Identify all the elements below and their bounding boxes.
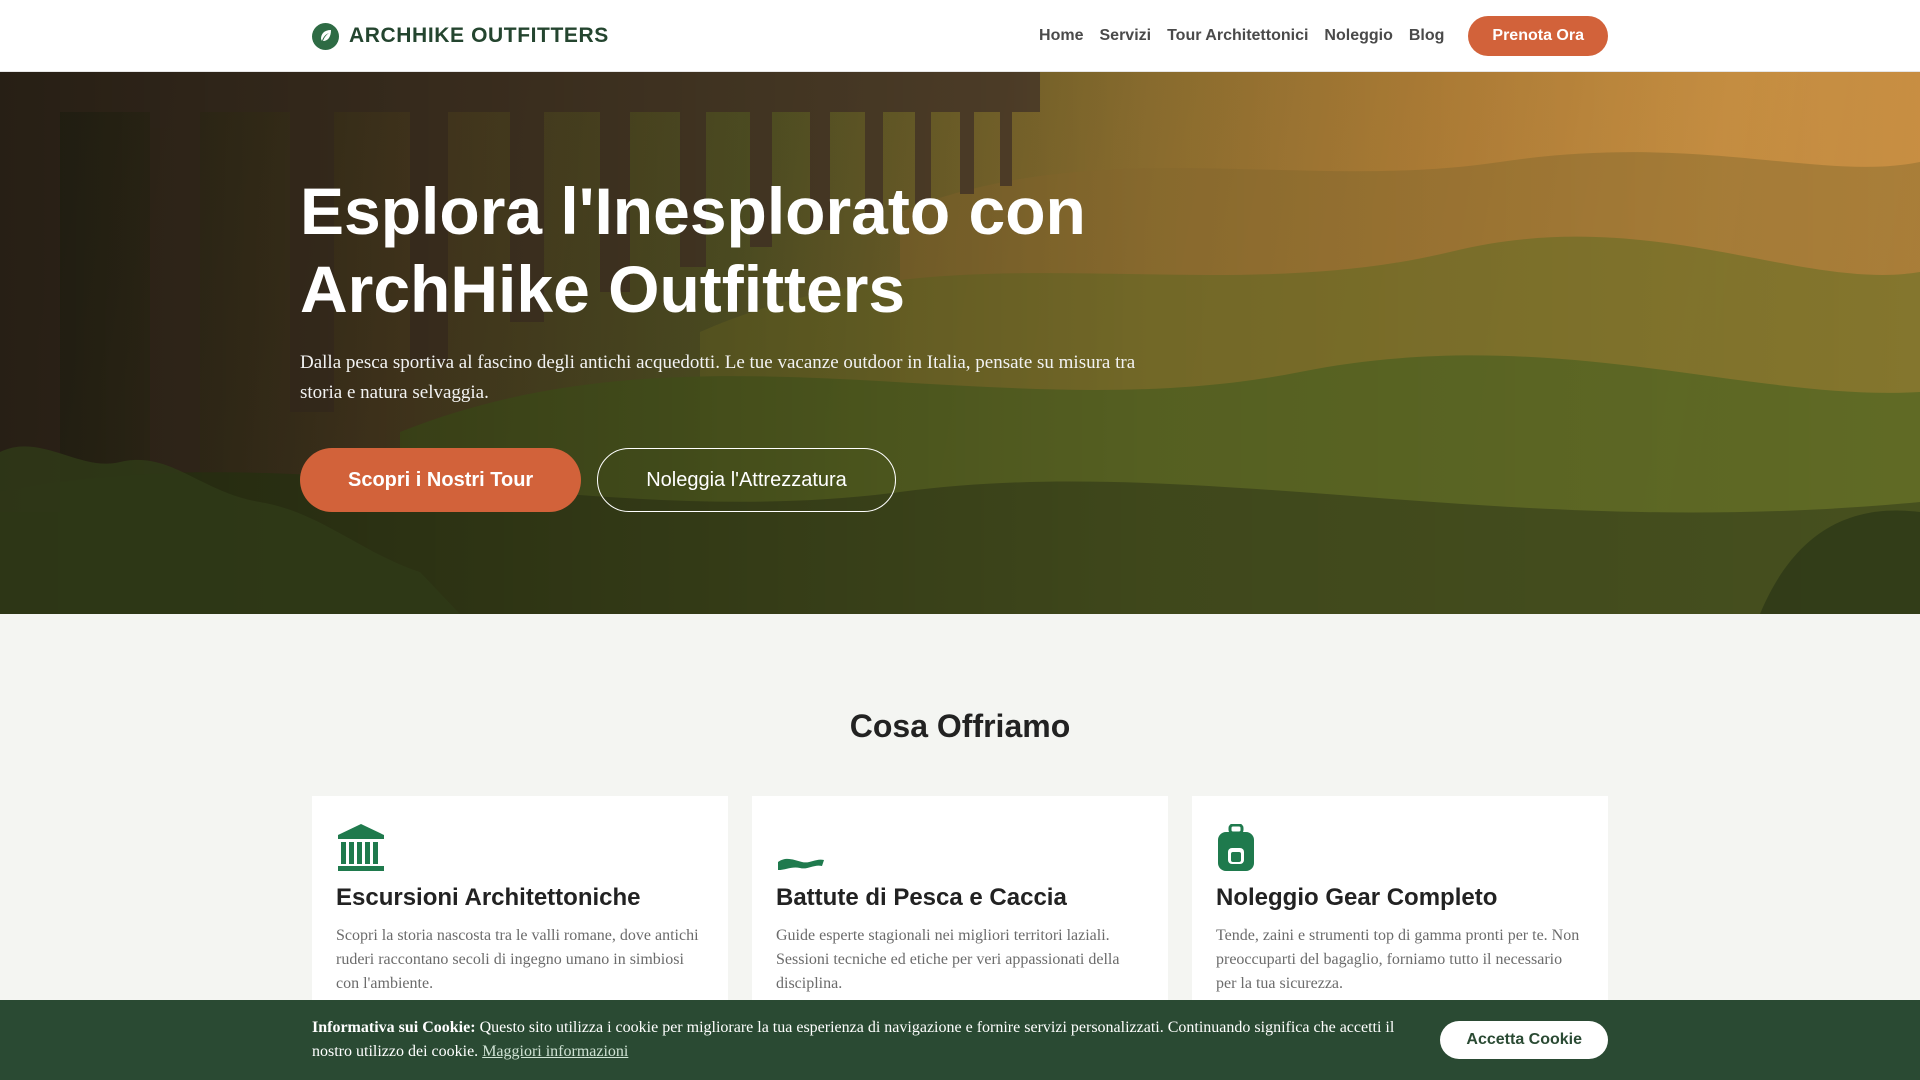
hero-title: Esplora l'Inesplorato con ArchHike Outfi… [300, 174, 1086, 326]
discover-tours-button[interactable]: Scopri i Nostri Tour [300, 448, 582, 512]
accept-cookies-button[interactable]: Accetta Cookie [1440, 1021, 1608, 1059]
site-header: ARCHHIKE OUTFITTERS Home Servizi Tour Ar… [0, 0, 1920, 72]
nav-servizi[interactable]: Servizi [1100, 27, 1152, 45]
backpack-icon [1216, 820, 1584, 872]
book-now-button[interactable]: Prenota Ora [1468, 16, 1608, 56]
hero-section: Esplora l'Inesplorato con ArchHike Outfi… [0, 72, 1920, 614]
cookie-banner: Informativa sui Cookie: Questo sito util… [0, 1000, 1920, 1080]
header-inner: ARCHHIKE OUTFITTERS Home Servizi Tour Ar… [312, 0, 1608, 72]
service-description: Tende, zaini e strumenti top di gamma pr… [1216, 927, 1580, 992]
service-description: Scopri la storia nascosta tra le valli r… [336, 927, 699, 992]
hero-buttons: Scopri i Nostri Tour Noleggia l'Attrezza… [300, 448, 1200, 512]
service-title: Escursioni Architettoniche [336, 884, 641, 911]
nav-noleggio[interactable]: Noleggio [1324, 27, 1392, 45]
cookie-inner: Informativa sui Cookie: Questo sito util… [312, 1000, 1608, 1080]
service-description: Guide esperte stagionali nei migliori te… [776, 927, 1120, 992]
cookie-message: Informativa sui Cookie: Questo sito util… [312, 1016, 1412, 1064]
service-title: Battute di Pesca e Caccia [776, 884, 1067, 911]
leaf-icon [312, 22, 339, 50]
rent-gear-button[interactable]: Noleggia l'Attrezzatura [597, 448, 896, 512]
nav-home[interactable]: Home [1039, 27, 1083, 45]
main-nav: Home Servizi Tour Architettonici Noleggi… [1039, 16, 1608, 56]
landmark-icon [336, 820, 704, 872]
cookie-label: Informativa sui Cookie: [312, 1019, 476, 1036]
hero-content: Esplora l'Inesplorato con ArchHike Outfi… [300, 172, 1200, 512]
brand-name: ARCHHIKE OUTFITTERS [349, 24, 609, 47]
hero-subtitle: Dalla pesca sportiva al fascino degli an… [300, 352, 1136, 403]
nav-tour-architettonici[interactable]: Tour Architettonici [1167, 27, 1308, 45]
cookie-more-info-link[interactable]: Maggiori informazioni [482, 1043, 628, 1060]
nav-blog[interactable]: Blog [1409, 27, 1445, 45]
services-title: Cosa Offriamo [849, 708, 1071, 744]
service-title: Noleggio Gear Completo [1216, 884, 1498, 911]
fish-icon [776, 820, 1144, 872]
brand-logo[interactable]: ARCHHIKE OUTFITTERS [312, 22, 609, 50]
